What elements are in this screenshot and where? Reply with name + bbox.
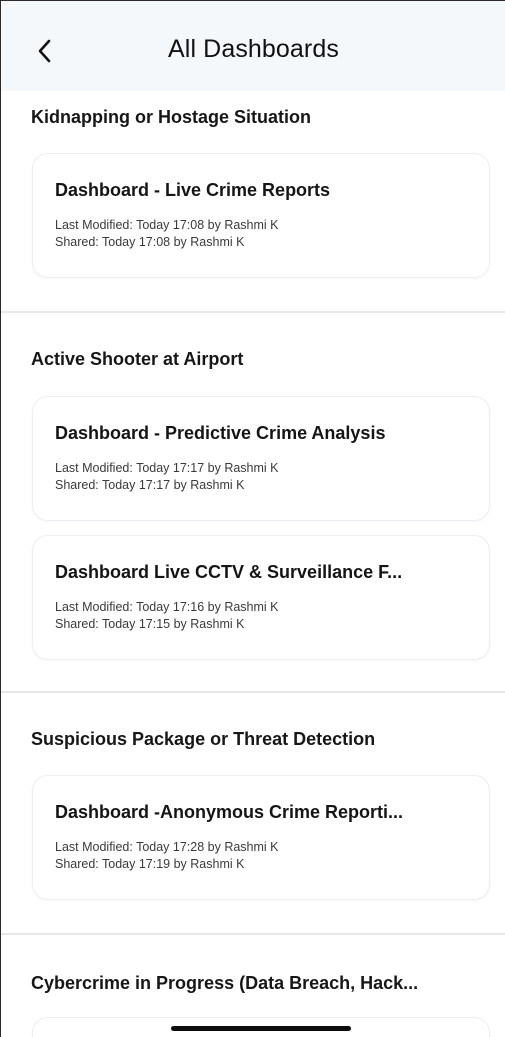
dashboard-card-live-cctv[interactable]: Dashboard Live CCTV & Surveillance F... … bbox=[32, 535, 490, 660]
page-title: All Dashboards bbox=[168, 35, 339, 63]
header-bar: All Dashboards bbox=[1, 1, 505, 91]
last-modified: Last Modified: Today 17:08 by Rashmi K bbox=[55, 218, 279, 232]
last-modified: Last Modified: Today 17:28 by Rashmi K bbox=[55, 840, 279, 854]
last-modified: Last Modified: Today 17:17 by Rashmi K bbox=[55, 461, 279, 475]
dashboard-title: Dashboard - Live Crime Reports bbox=[55, 180, 331, 200]
shared-info: Shared: Today 17:17 by Rashmi K bbox=[55, 478, 245, 492]
section-title-active-shooter: Active Shooter at Airport bbox=[31, 349, 244, 369]
shared-info: Shared: Today 17:15 by Rashmi K bbox=[55, 617, 245, 631]
home-indicator[interactable] bbox=[171, 1026, 351, 1031]
dashboard-title: Dashboard Live CCTV & Surveillance F... bbox=[55, 562, 403, 582]
section-title-kidnapping: Kidnapping or Hostage Situation bbox=[31, 107, 311, 127]
dashboard-title: Dashboard - Predictive Crime Analysis bbox=[55, 423, 386, 443]
dashboard-card-predictive-crime-analysis[interactable]: Dashboard - Predictive Crime Analysis La… bbox=[32, 396, 490, 521]
shared-info: Shared: Today 17:19 by Rashmi K bbox=[55, 857, 245, 871]
section-divider bbox=[1, 311, 505, 313]
all-dashboards-screen: All Dashboards Kidnapping or Hostage Sit… bbox=[0, 0, 505, 1037]
section-title-suspicious-package: Suspicious Package or Threat Detection bbox=[31, 729, 376, 749]
last-modified: Last Modified: Today 17:16 by Rashmi K bbox=[55, 600, 279, 614]
shared-info: Shared: Today 17:08 by Rashmi K bbox=[55, 235, 245, 249]
section-divider bbox=[1, 691, 505, 693]
dashboard-title: Dashboard -Anonymous Crime Reporti... bbox=[55, 802, 404, 822]
dashboard-card-live-crime-reports[interactable]: Dashboard - Live Crime Reports Last Modi… bbox=[32, 153, 490, 278]
dashboard-card-anonymous-crime-reporting[interactable]: Dashboard -Anonymous Crime Reporti... La… bbox=[32, 775, 490, 900]
section-title-cybercrime: Cybercrime in Progress (Data Breach, Hac… bbox=[31, 973, 419, 993]
section-divider bbox=[1, 933, 505, 935]
